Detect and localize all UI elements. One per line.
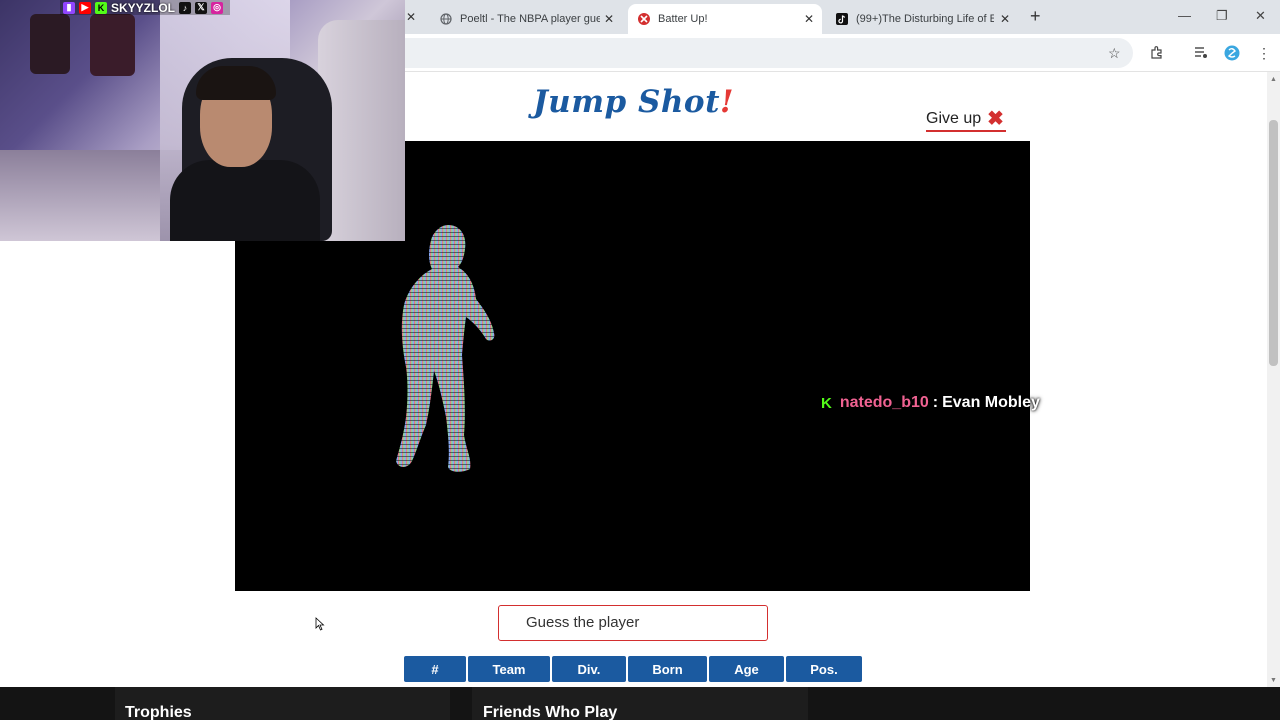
tab-batter-up[interactable]: Batter Up! ✕ [628, 4, 822, 34]
instagram-icon: ◎ [211, 1, 224, 14]
profile-avatar-icon[interactable] [1224, 45, 1240, 64]
game-logo[interactable]: Jump Shot! [533, 84, 734, 120]
guess-columns-header: # Team Div. Born Age Pos. [404, 656, 864, 682]
twitch-icon: ▮ [63, 1, 75, 14]
streamer-body [170, 160, 320, 241]
chat-username: natedo_b10 [839, 394, 929, 411]
column-position[interactable]: Pos. [786, 656, 862, 682]
page-scrollbar[interactable]: ▲ ▼ [1267, 72, 1280, 687]
kick-icon: K [95, 1, 107, 14]
tab-tiktok[interactable]: (99+)The Disturbing Life of Edmond Fitzg… [826, 4, 1018, 34]
tab-title: Batter Up! [658, 13, 708, 25]
youtube-icon: ▶ [79, 1, 91, 14]
logo-text: Jump Shot [533, 84, 720, 120]
x-icon: 𝕏 [195, 1, 208, 14]
tab-title: Poeltl - The NBPA player guessing game [460, 13, 600, 25]
column-number[interactable]: # [404, 656, 466, 682]
minimize-button[interactable]: — [1178, 8, 1191, 23]
social-handles-bar: ▮ ▶ K SKYYZLOL ♪ 𝕏 ◎ [60, 0, 231, 15]
address-bar[interactable] [405, 38, 1133, 68]
column-born[interactable]: Born [628, 656, 707, 682]
webcam-overlay: ▮ ▶ K SKYYZLOL ♪ 𝕏 ◎ [0, 0, 405, 241]
streamer-hair [196, 66, 276, 100]
give-up-button[interactable]: Give up ✖ [926, 108, 1006, 132]
restore-button[interactable]: ❐ [1216, 8, 1228, 24]
new-tab-button[interactable]: + [1030, 6, 1041, 27]
wall-jersey [90, 14, 135, 76]
mouse-cursor-icon [315, 617, 325, 631]
batter-up-favicon [638, 13, 650, 25]
kick-icon: K [821, 394, 832, 412]
give-up-label: Give up [926, 110, 982, 127]
bookmark-star-icon[interactable]: ☆ [1108, 45, 1121, 62]
tiktok-icon [836, 13, 848, 25]
guess-placeholder: Guess the player [526, 614, 640, 631]
tab-close-icon[interactable]: ✕ [604, 12, 614, 26]
guess-input[interactable]: Guess the player [498, 605, 768, 641]
friends-who-play-heading: Friends Who Play [483, 704, 618, 720]
streamer-handle: SKYYZLOL [111, 0, 176, 15]
screen: ✕ Poeltl - The NBPA player guessing game… [0, 0, 1280, 720]
below-fold-section: Trophies Friends Who Play [0, 687, 1280, 720]
chat-message-text: Evan Mobley [942, 394, 1040, 411]
scroll-up-arrow-icon[interactable]: ▲ [1270, 76, 1277, 83]
column-age[interactable]: Age [709, 656, 784, 682]
window-close-button[interactable]: ✕ [1255, 8, 1266, 24]
tab-title: (99+)The Disturbing Life of Edmond Fitzg… [856, 13, 994, 25]
tab-close-icon[interactable]: ✕ [804, 12, 814, 26]
tab-close-icon[interactable]: ✕ [1000, 12, 1010, 26]
extensions-icon[interactable] [1150, 45, 1164, 62]
scroll-down-arrow-icon[interactable]: ▼ [1270, 677, 1277, 684]
tiktok-icon: ♪ [179, 1, 192, 14]
column-division[interactable]: Div. [552, 656, 626, 682]
wall-jersey [30, 14, 70, 74]
browser-toolbar: ☆ ⋮ [405, 34, 1280, 72]
close-x-icon: ✖ [987, 108, 1004, 130]
globe-icon [440, 13, 452, 25]
stream-chat-message: K natedo_b10 : Evan Mobley [821, 394, 1040, 412]
player-silhouette [396, 225, 495, 472]
tab-close-icon[interactable]: ✕ [406, 10, 416, 24]
logo-accent: ! [719, 84, 735, 120]
scrollbar-thumb[interactable] [1269, 120, 1278, 366]
column-team[interactable]: Team [468, 656, 550, 682]
trophies-heading: Trophies [125, 704, 192, 720]
media-control-icon[interactable] [1194, 45, 1208, 62]
chat-separator: : [932, 394, 939, 411]
browser-menu-icon[interactable]: ⋮ [1257, 45, 1271, 62]
tab-poeltl[interactable]: Poeltl - The NBPA player guessing game ✕ [430, 4, 622, 34]
